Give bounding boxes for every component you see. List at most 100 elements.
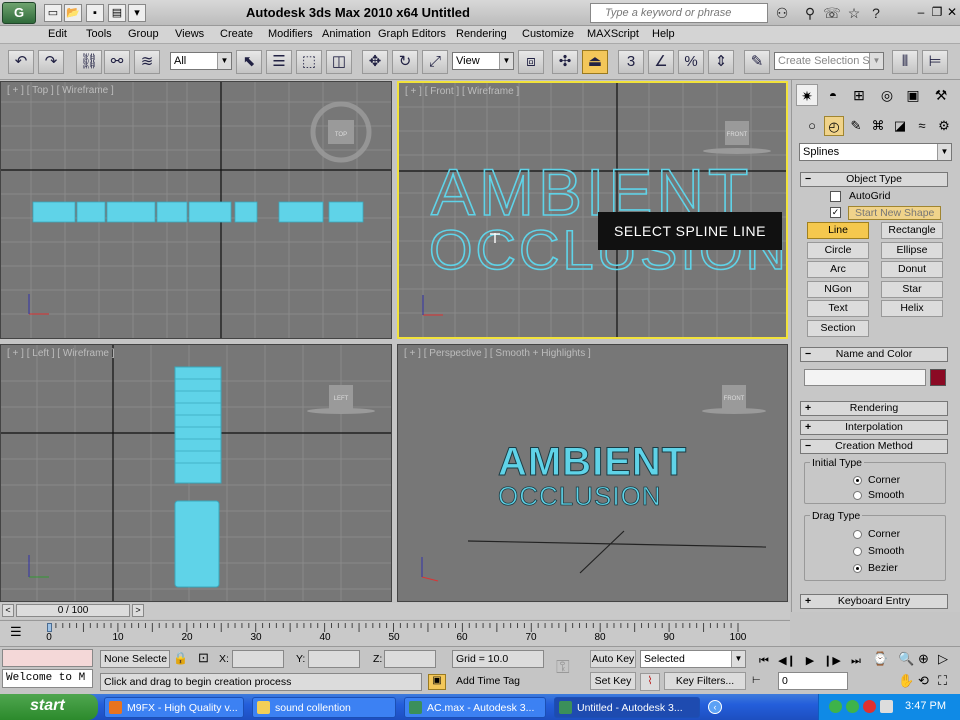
current-frame-input[interactable]: 0 <box>778 672 848 690</box>
field-of-view-icon[interactable]: ▷ <box>938 651 948 667</box>
menu-help[interactable]: Help <box>652 28 675 40</box>
maximize-viewport-icon[interactable]: ⛶ <box>938 673 947 689</box>
star-button[interactable]: Star <box>881 281 943 298</box>
select-and-scale-icon[interactable]: ⤢ <box>422 50 448 74</box>
start-new-shape-checkbox[interactable]: ✓ <box>830 207 841 218</box>
rollout-keyboard-entry[interactable]: + Keyboard Entry <box>800 594 948 609</box>
ngon-button[interactable]: NGon <box>807 281 869 298</box>
y-coordinate-input[interactable] <box>308 650 360 668</box>
select-and-move-icon[interactable]: ✥ <box>362 50 388 74</box>
ellipse-button[interactable]: Ellipse <box>881 242 943 259</box>
save-file-icon[interactable]: ▪ <box>86 4 104 22</box>
start-new-shape-button[interactable]: Start New Shape <box>848 206 942 220</box>
menu-customize[interactable]: Customize <box>522 28 574 40</box>
add-time-tag-button[interactable]: Add Time Tag <box>450 673 546 691</box>
rectangle-button[interactable]: Rectangle <box>881 222 943 239</box>
show-hidden-icons-icon[interactable]: ‹ <box>708 700 722 714</box>
track-bar[interactable]: ☰ 0 10 20 30 40 50 60 70 80 90 100 <box>0 620 790 646</box>
new-file-icon[interactable]: ▭ <box>44 4 62 22</box>
orbit-icon[interactable]: ⟲ <box>918 673 929 689</box>
green-status-icon[interactable] <box>829 700 842 713</box>
key-filters-button[interactable]: Key Filters... <box>664 672 746 690</box>
time-tag-icon[interactable]: ▣ <box>428 674 446 690</box>
frame-counter[interactable]: 0 / 100 <box>16 604 130 617</box>
menu-animation[interactable]: Animation <box>322 28 371 40</box>
favorites-star-icon[interactable]: ☆ <box>844 3 864 23</box>
menu-modifiers[interactable]: Modifiers <box>268 28 313 40</box>
selection-filter-dropdown[interactable]: All ▼ <box>170 52 232 70</box>
rollout-creation-method[interactable]: − Creation Method <box>800 439 948 454</box>
close-icon[interactable]: ✕ <box>945 4 959 20</box>
initial-smooth-radio[interactable] <box>853 491 862 500</box>
lock-icon[interactable]: 🔒 <box>173 651 188 665</box>
donut-button[interactable]: Donut <box>881 261 943 278</box>
key-mode-toggle-icon[interactable]: ⊢ <box>752 675 772 689</box>
drag-corner-radio[interactable] <box>853 530 862 539</box>
chevron-down-icon[interactable]: ▾ <box>128 4 146 22</box>
drag-bezier-radio[interactable] <box>853 564 862 573</box>
drag-smooth-radio[interactable] <box>853 547 862 556</box>
keyboard-shortcut-override-icon[interactable]: ⏏ <box>582 50 608 74</box>
undo-icon[interactable]: ↶ <box>8 50 34 74</box>
go-to-end-icon[interactable]: ⏭ <box>846 653 866 669</box>
z-coordinate-input[interactable] <box>384 650 436 668</box>
text-button[interactable]: Text <box>807 300 869 317</box>
arc-button[interactable]: Arc <box>807 261 869 278</box>
next-frame-icon[interactable]: > <box>132 604 144 617</box>
absolute-mode-icon[interactable]: ⊡ <box>198 650 209 666</box>
helpers-icon[interactable]: ◪ <box>890 116 910 136</box>
key-icon[interactable]: ⚿ <box>556 657 570 678</box>
viewport-perspective-label[interactable]: [ + ] [ Perspective ] [ Smooth + Highlig… <box>404 348 591 359</box>
snaps-toggle-icon[interactable]: 3 <box>618 50 644 74</box>
open-file-icon[interactable]: 📂 <box>64 4 82 22</box>
menu-rendering[interactable]: Rendering <box>456 28 507 40</box>
viewport-left-label[interactable]: [ + ] [ Left ] [ Wireframe ] <box>7 348 115 359</box>
space-warps-icon[interactable]: ≈ <box>912 116 932 136</box>
set-key-button[interactable]: Set Key <box>590 672 636 690</box>
menu-maxscript[interactable]: MAXScript <box>587 28 639 40</box>
circle-button[interactable]: Circle <box>807 242 869 259</box>
key-mode-dropdown[interactable]: Selected ▼ <box>640 650 746 668</box>
line-button[interactable]: Line <box>807 222 869 239</box>
object-name-input[interactable] <box>804 369 926 386</box>
menu-views[interactable]: Views <box>175 28 204 40</box>
percent-snap-icon[interactable]: % <box>678 50 704 74</box>
time-marker[interactable] <box>47 623 52 632</box>
menu-group[interactable]: Group <box>128 28 159 40</box>
start-button[interactable]: start <box>0 694 98 720</box>
reference-coordinate-dropdown[interactable]: View ▼ <box>452 52 514 70</box>
antivirus-icon[interactable] <box>863 700 876 713</box>
align-icon[interactable]: ⊨ <box>922 50 948 74</box>
bind-space-warp-icon[interactable]: ≋ <box>134 50 160 74</box>
project-folder-icon[interactable]: ▤ <box>108 4 126 22</box>
binoculars-icon[interactable]: ⚇ <box>772 3 792 23</box>
geometry-icon[interactable]: ○ <box>802 116 822 136</box>
taskbar-item-ac-max[interactable]: AC.max - Autodesk 3... <box>404 697 546 718</box>
spinner-snap-icon[interactable]: ⇕ <box>708 50 734 74</box>
zoom-all-icon[interactable]: ⊕ <box>918 651 929 667</box>
next-key-icon[interactable]: ❙▶ <box>822 653 842 669</box>
menu-graph-editors[interactable]: Graph Editors <box>378 28 446 40</box>
autogrid-checkbox[interactable] <box>830 191 841 202</box>
window-crossing-icon[interactable]: ◫ <box>326 50 352 74</box>
restore-icon[interactable]: ❐ <box>930 4 944 20</box>
angle-snap-icon[interactable]: ∠ <box>648 50 674 74</box>
systems-icon[interactable]: ⚙ <box>934 116 954 136</box>
viewport-front[interactable]: AMBIENT OCCLUSION FRONT [ + ] [ Front ] … <box>397 81 788 339</box>
menu-tools[interactable]: Tools <box>86 28 112 40</box>
search-icon[interactable]: ⚲ <box>800 3 820 23</box>
select-object-icon[interactable]: ⬉ <box>236 50 262 74</box>
helix-button[interactable]: Helix <box>881 300 943 317</box>
mirror-icon[interactable]: ⫴ <box>892 50 918 74</box>
cameras-icon[interactable]: ⌘ <box>868 116 888 136</box>
volume-icon[interactable] <box>880 700 893 713</box>
maxscript-macro-recorder[interactable] <box>2 649 93 667</box>
previous-key-icon[interactable]: ◀❙ <box>777 653 797 669</box>
select-manipulate-icon[interactable]: ✣ <box>552 50 578 74</box>
help-icon[interactable]: ? <box>866 3 886 23</box>
taskbar-item-untitled[interactable]: Untitled - Autodesk 3... <box>554 697 700 718</box>
section-button[interactable]: Section <box>807 320 869 337</box>
menu-create[interactable]: Create <box>220 28 253 40</box>
viewport-perspective[interactable]: AMBIENT OCCLUSION FRONT [ + ] [ Perspect… <box>397 344 788 602</box>
pivot-center-icon[interactable]: ⧈ <box>518 50 544 74</box>
